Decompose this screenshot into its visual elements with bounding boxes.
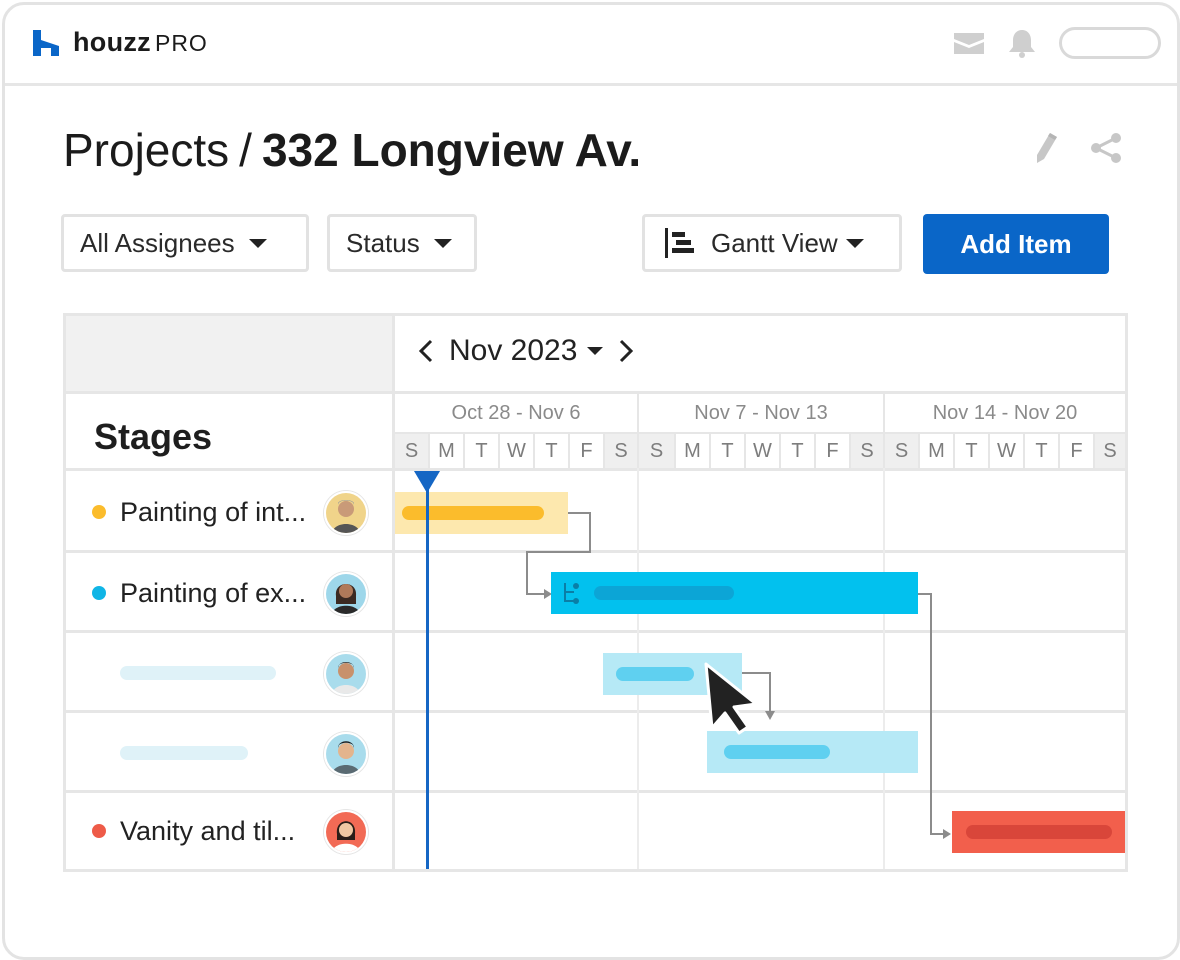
view-label: Gantt View [711, 227, 838, 258]
gantt-view-icon [665, 228, 694, 258]
task-progress [616, 667, 694, 681]
mail-icon[interactable] [953, 31, 985, 55]
task-progress [724, 745, 830, 759]
bell-icon[interactable] [1007, 28, 1037, 58]
task-progress [594, 586, 734, 600]
assignees-dropdown[interactable]: All Assignees [61, 214, 309, 272]
app-window: houzz PRO Projects/332 Longview Av. All … [2, 2, 1180, 960]
add-item-button[interactable]: Add Item [923, 214, 1109, 274]
page-title: Projects/332 Longview Av. [63, 123, 641, 177]
breadcrumb-separator: / [239, 124, 252, 176]
caret-down-icon [248, 238, 267, 248]
task-progress [402, 506, 544, 520]
pencil-icon[interactable] [1033, 131, 1059, 165]
caret-down-icon [433, 238, 452, 248]
dependency-connector [742, 672, 771, 714]
assignees-label: All Assignees [80, 227, 235, 258]
profile-pill[interactable] [1059, 27, 1161, 59]
gantt-bars [395, 471, 1125, 869]
gantt-chart: Nov 2023 Stages Oct 28 - Nov 6 Nov 7 - N… [63, 313, 1128, 872]
arrow-head-icon [544, 589, 552, 599]
dependency-connector [918, 593, 946, 835]
houzz-pro-logo[interactable]: houzz PRO [31, 27, 208, 58]
project-name: 332 Longview Av. [261, 124, 642, 176]
share-icon[interactable] [1089, 132, 1123, 164]
brand-name: houzz [73, 27, 151, 57]
status-dropdown[interactable]: Status [327, 214, 477, 272]
status-label: Status [346, 227, 420, 258]
caret-down-icon [845, 238, 864, 248]
arrow-head-icon [943, 829, 951, 839]
today-marker-icon[interactable] [414, 471, 440, 493]
task-progress [966, 825, 1112, 839]
breadcrumb-projects[interactable]: Projects [63, 124, 229, 176]
houzz-logo-icon [33, 29, 59, 56]
brand-suffix: PRO [154, 30, 208, 56]
arrow-head-icon [765, 711, 775, 720]
today-line [426, 482, 429, 869]
view-dropdown[interactable]: Gantt View [642, 214, 902, 272]
top-bar: houzz PRO [5, 5, 1177, 86]
